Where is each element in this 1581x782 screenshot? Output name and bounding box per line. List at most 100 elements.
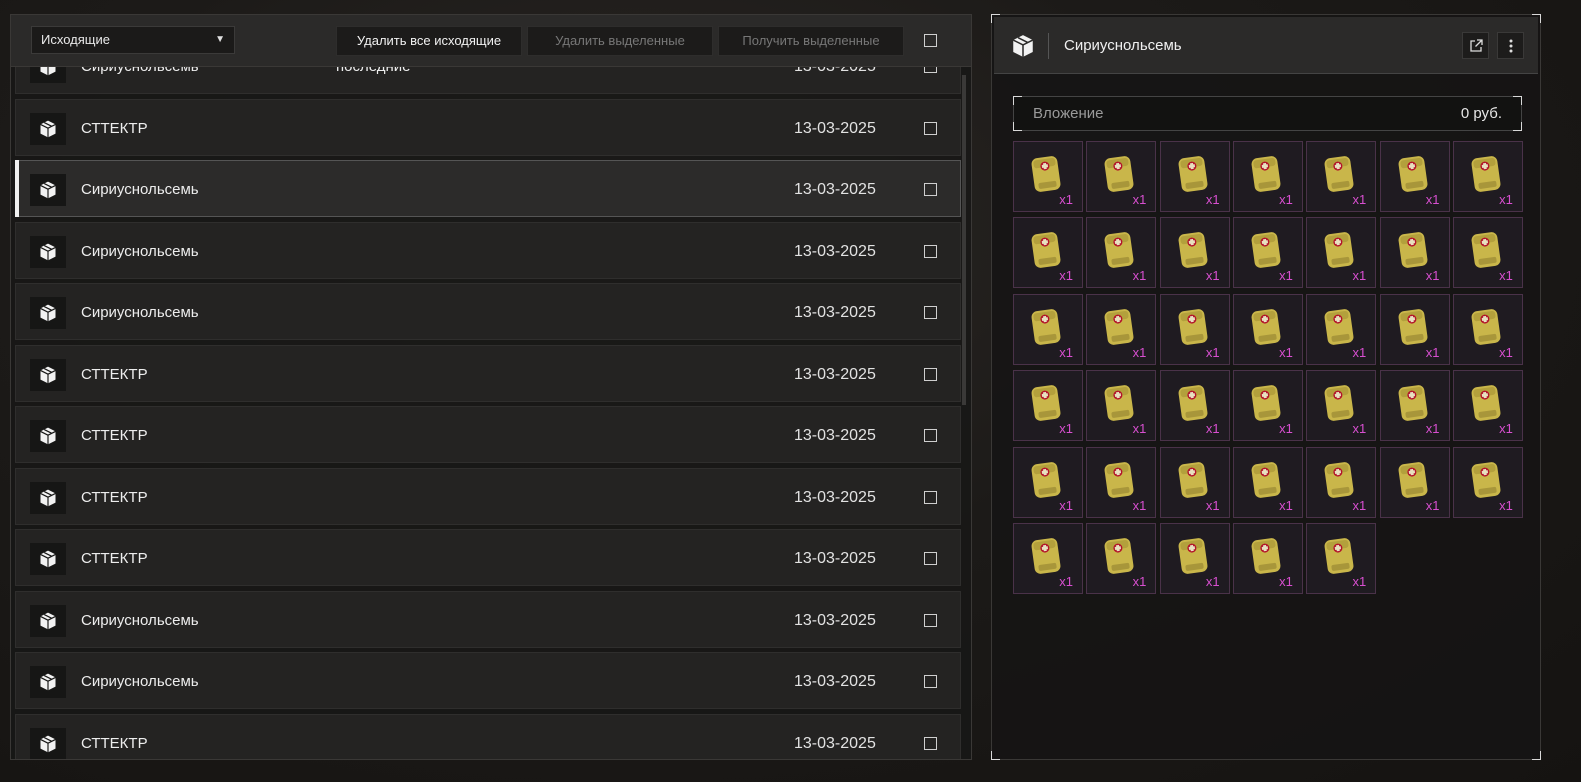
attachment-item[interactable]: x1 — [1086, 523, 1157, 594]
mail-row[interactable]: СТТЕКТР 13-03-2025 — [15, 344, 961, 402]
package-icon — [30, 67, 66, 83]
popout-button[interactable] — [1462, 32, 1489, 59]
attachment-item[interactable]: x1 — [1232, 141, 1303, 212]
attachment-item[interactable]: x1 — [1086, 293, 1157, 365]
attachment-item[interactable]: x1 — [1379, 370, 1450, 442]
mail-row-checkbox[interactable] — [924, 736, 937, 750]
mail-row-checkbox[interactable] — [924, 183, 937, 196]
chevron-down-icon: ▼ — [215, 34, 225, 45]
package-icon — [30, 604, 66, 637]
delete-selected-button[interactable]: Удалить выделенные — [527, 26, 713, 56]
mail-filter-dropdown[interactable]: Исходящие ▼ — [31, 26, 235, 54]
attachment-item[interactable]: x1 — [1379, 141, 1450, 212]
attachment-item[interactable]: x1 — [1232, 523, 1303, 594]
delete-all-outgoing-button[interactable]: Удалить все исходящие — [336, 26, 522, 56]
attachment-item[interactable]: x1 — [1232, 370, 1303, 442]
header-divider — [1048, 33, 1049, 59]
item-quantity: x1 — [1205, 268, 1220, 284]
attachment-item[interactable]: x1 — [1379, 446, 1450, 518]
mail-row-checkbox[interactable] — [924, 306, 937, 319]
external-link-icon — [1469, 38, 1483, 52]
attachment-item[interactable]: x1 — [1306, 141, 1377, 212]
package-icon — [30, 174, 66, 206]
attachment-item[interactable]: x1 — [1306, 370, 1377, 442]
attachment-item[interactable]: x1 — [1379, 293, 1450, 365]
attachment-item[interactable]: x1 — [1306, 446, 1377, 518]
attachment-item[interactable]: x1 — [1452, 370, 1523, 442]
item-quantity: x1 — [1499, 192, 1513, 207]
mail-row-checkbox[interactable] — [924, 121, 937, 135]
attachment-item[interactable]: x1 — [1379, 217, 1450, 289]
attachment-item[interactable]: x1 — [1306, 217, 1377, 289]
attachment-item[interactable]: x1 — [1159, 217, 1230, 289]
item-quantity: x1 — [1499, 497, 1513, 513]
attachment-item[interactable]: x1 — [1232, 217, 1303, 289]
mail-row[interactable]: СТТЕКТР 13-03-2025 — [15, 713, 961, 759]
frame-corner — [11, 751, 19, 759]
mail-list: Сириуснольсемьпоследние13-03-2025 СТТЕКТР… — [11, 67, 971, 759]
item-quantity: x1 — [1279, 421, 1293, 437]
attachment-item[interactable]: x1 — [1232, 293, 1303, 365]
attachment-item[interactable]: x1 — [1086, 370, 1157, 442]
package-icon — [30, 358, 66, 391]
attachment-item[interactable]: x1 — [1086, 446, 1157, 518]
attachment-item[interactable]: x1 — [1013, 446, 1083, 518]
package-icon — [30, 666, 66, 698]
attachment-item[interactable]: x1 — [1452, 446, 1523, 518]
more-menu-button[interactable] — [1497, 32, 1524, 59]
mail-row-checkbox[interactable] — [924, 675, 937, 688]
mail-row[interactable]: СТТЕКТР 13-03-2025 — [15, 98, 961, 156]
attachment-item[interactable]: x1 — [1159, 370, 1230, 442]
mail-row-checkbox[interactable] — [924, 244, 937, 258]
attachment-item[interactable]: x1 — [1159, 141, 1230, 212]
attachment-item[interactable]: x1 — [1086, 217, 1157, 289]
attachment-item[interactable]: x1 — [1306, 293, 1377, 365]
mail-row[interactable]: Сириуснольсемь 13-03-2025 — [15, 652, 961, 709]
mail-row-checkbox[interactable] — [924, 552, 937, 565]
mail-row-checkbox[interactable] — [924, 429, 937, 442]
mail-list-scrollbar[interactable] — [962, 75, 966, 405]
package-icon — [30, 543, 66, 575]
frame-corner — [963, 751, 971, 759]
item-quantity: x1 — [1132, 421, 1147, 437]
mail-sender: Сириуснольсемь — [81, 181, 199, 198]
mail-row[interactable]: СТТЕКТР 13-03-2025 — [15, 529, 961, 586]
mail-row[interactable]: Сириуснольсемь 13-03-2025 — [15, 221, 961, 279]
mail-row-checkbox[interactable] — [924, 367, 937, 381]
mail-sender: Сириуснольсемь — [81, 673, 199, 690]
mail-date: 13-03-2025 — [794, 181, 876, 198]
item-quantity: x1 — [1059, 497, 1073, 513]
attachment-item[interactable]: x1 — [1013, 370, 1083, 442]
mail-row[interactable]: Сириуснольсемь 13-03-2025 — [15, 283, 961, 340]
attachment-item[interactable]: x1 — [1452, 217, 1523, 289]
attachment-item[interactable]: x1 — [1013, 523, 1083, 594]
receive-selected-button[interactable]: Получить выделенные — [718, 26, 904, 56]
attachment-item[interactable]: x1 — [1159, 293, 1230, 365]
item-quantity: x1 — [1352, 421, 1367, 437]
attachment-item[interactable]: x1 — [1452, 293, 1523, 365]
mail-row[interactable]: Сириуснольсемь последние 13-03-2025 — [15, 67, 961, 94]
frame-corner — [1532, 751, 1541, 760]
mail-row-checkbox[interactable] — [924, 490, 937, 504]
mail-row[interactable]: Сириуснольсемь 13-03-2025 — [15, 590, 961, 648]
attachment-item[interactable]: x1 — [1086, 141, 1157, 212]
mail-row-checkbox[interactable] — [924, 613, 937, 627]
attachment-item[interactable]: x1 — [1452, 141, 1523, 212]
mail-row[interactable]: Сириуснольсемь 13-03-2025 — [15, 160, 961, 217]
mail-row-checkbox[interactable] — [924, 67, 937, 73]
mail-row[interactable]: СТТЕКТР 13-03-2025 — [15, 406, 961, 463]
mail-list-panel: Исходящие ▼ Удалить все исходящие Удалит… — [10, 14, 972, 760]
attachment-item[interactable]: x1 — [1159, 523, 1230, 594]
attachment-item[interactable]: x1 — [1013, 217, 1083, 289]
attachment-item[interactable]: x1 — [1013, 293, 1083, 365]
attachment-item[interactable]: x1 — [1159, 446, 1230, 518]
mail-date: 13-03-2025 — [794, 119, 876, 137]
attachment-item[interactable]: x1 — [1232, 446, 1303, 518]
attachment-item[interactable]: x1 — [1013, 141, 1083, 212]
mail-row[interactable]: СТТЕКТР 13-03-2025 — [15, 467, 961, 525]
attachment-item[interactable]: x1 — [1306, 523, 1377, 594]
selected-indicator — [15, 160, 19, 217]
select-all-checkbox[interactable] — [924, 34, 937, 47]
item-quantity: x1 — [1352, 192, 1367, 207]
mail-date: 13-03-2025 — [794, 611, 876, 629]
